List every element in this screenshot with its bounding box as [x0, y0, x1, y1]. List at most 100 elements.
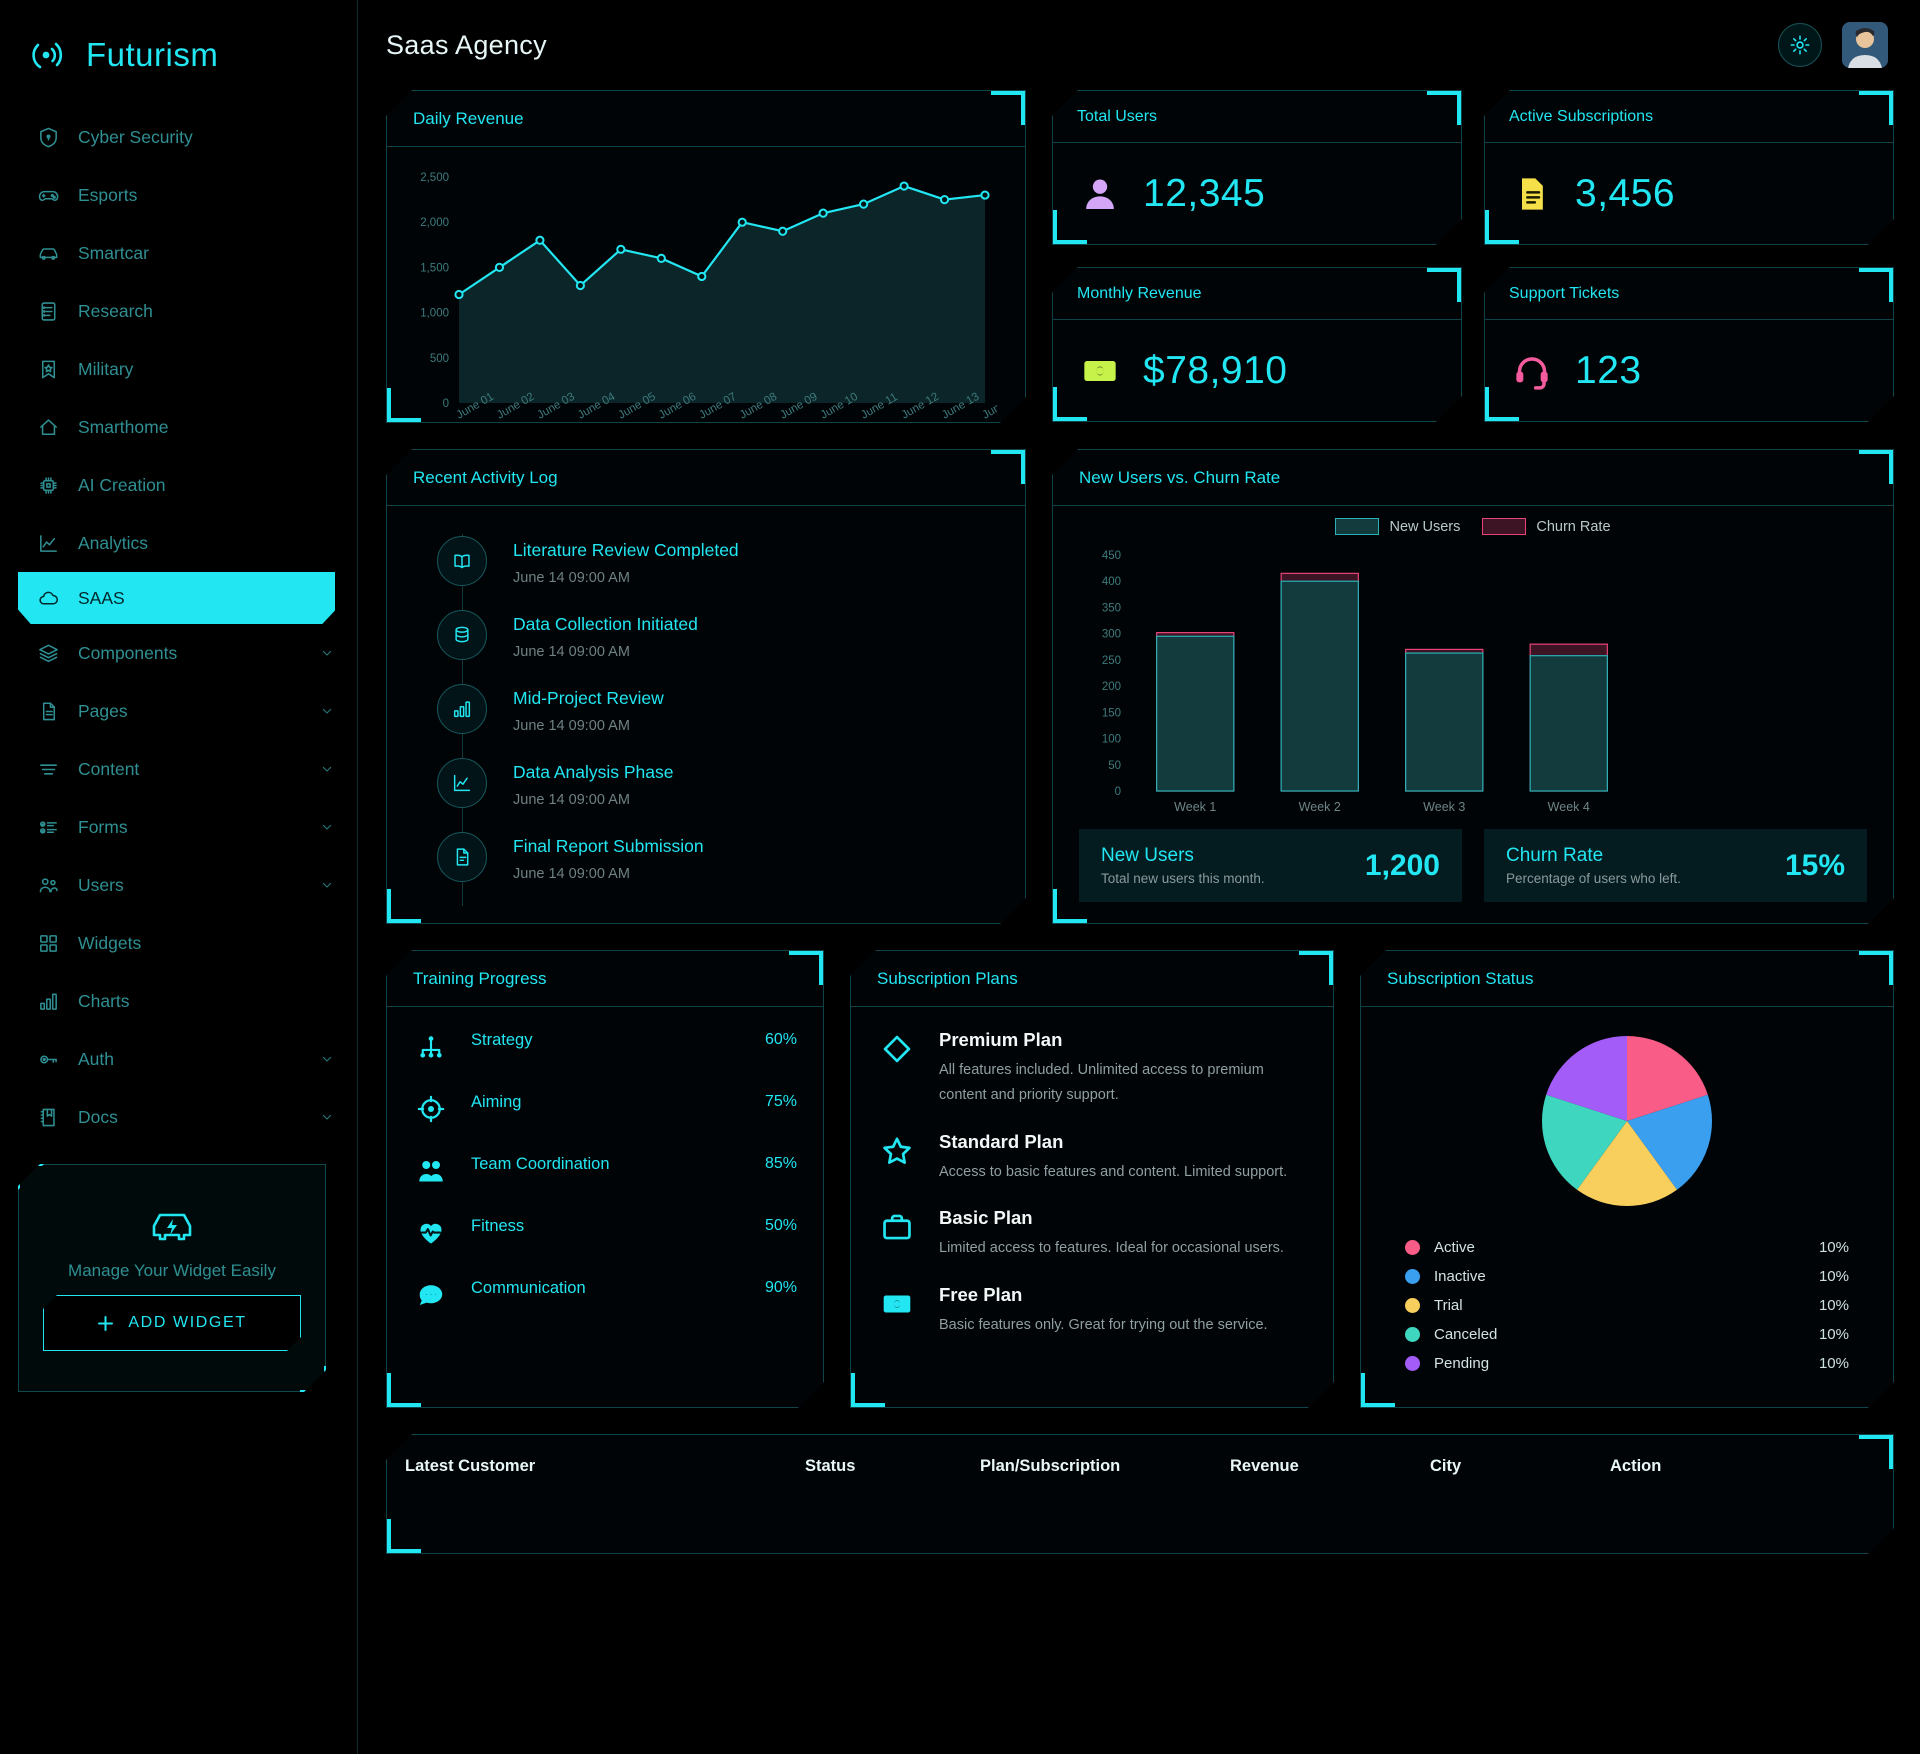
gear-icon[interactable]	[1778, 23, 1822, 67]
cloud-icon	[36, 586, 60, 610]
chevron-down-icon[interactable]	[319, 645, 335, 661]
summary-subtitle: Total new users this month.	[1101, 871, 1265, 886]
table-column-header[interactable]: Revenue	[1230, 1457, 1430, 1476]
legend-dot	[1405, 1240, 1420, 1255]
skill-label: Fitness	[471, 1217, 525, 1235]
add-widget-button[interactable]: ADD WIDGET	[43, 1295, 301, 1351]
sidebar-item-content[interactable]: Content	[0, 740, 357, 798]
car-icon	[36, 241, 60, 265]
chevron-down-icon[interactable]	[319, 1051, 335, 1067]
plus-icon	[97, 1315, 114, 1332]
plan-text: Free Plan Basic features only. Great for…	[939, 1284, 1268, 1338]
line-chart-icon	[36, 531, 60, 555]
chevron-down-icon[interactable]	[319, 1109, 335, 1125]
legend-label: Canceled	[1434, 1326, 1498, 1343]
sidebar-item-label: Widgets	[78, 932, 142, 953]
sidebar-item-widgets[interactable]: Widgets	[0, 914, 357, 972]
avatar[interactable]	[1842, 22, 1888, 68]
book-icon	[36, 1105, 60, 1129]
sidebar-item-analytics[interactable]: Analytics	[0, 514, 357, 572]
sidebar-item-auth[interactable]: Auth	[0, 1030, 357, 1088]
table-column-header[interactable]: Plan/Subscription	[980, 1457, 1230, 1476]
svg-text:Week 4: Week 4	[1548, 800, 1590, 814]
stat-card-body: 123	[1485, 320, 1893, 422]
skill-label: Aiming	[471, 1093, 522, 1111]
home-icon	[36, 415, 60, 439]
mid-grid: Recent Activity Log Literature Review Co…	[386, 449, 1894, 924]
money-icon	[1079, 350, 1121, 392]
sidebar-item-forms[interactable]: Forms	[0, 798, 357, 856]
sidebar-item-label: Auth	[78, 1048, 114, 1069]
sidebar-item-users[interactable]: Users	[0, 856, 357, 914]
plan-row[interactable]: Standard Plan Access to basic features a…	[877, 1131, 1307, 1185]
legend-value: 10%	[1818, 1326, 1849, 1343]
sidebar-item-research[interactable]: Research	[0, 282, 357, 340]
notebook-icon	[36, 299, 60, 323]
legend-value: 10%	[1818, 1297, 1849, 1314]
sidebar-item-label: Smarthome	[78, 416, 169, 437]
sidebar-item-pages[interactable]: Pages	[0, 682, 357, 740]
table-column-header[interactable]: Action	[1610, 1457, 1875, 1476]
legend-label: Pending	[1434, 1355, 1490, 1372]
sidebar-item-esports[interactable]: Esports	[0, 166, 357, 224]
table-column-header[interactable]: Latest Customer	[405, 1457, 805, 1476]
plans-panel: Subscription Plans Premium Plan All feat…	[850, 950, 1334, 1408]
stat-card-header: Total Users	[1053, 91, 1461, 143]
plan-description: Basic features only. Great for trying ou…	[939, 1316, 1268, 1333]
training-body: Strategy 60% Aiming 75% Team Coordinatio…	[387, 1007, 823, 1361]
corner-decoration	[18, 1164, 44, 1190]
sidebar-item-label: Military	[78, 358, 134, 379]
sidebar-item-charts[interactable]: Charts	[0, 972, 357, 1030]
plan-description: All features included. Unlimited access …	[939, 1062, 1264, 1104]
svg-text:250: 250	[1102, 655, 1121, 667]
activity-title: Data Analysis Phase	[513, 762, 674, 782]
top-grid: Daily Revenue 0 500 1,000 1,500 2,000 2,500 Ju…	[386, 90, 1894, 423]
sidebar-item-cyber-security[interactable]: Cyber Security	[0, 108, 357, 166]
brand[interactable]: Futurism	[0, 8, 357, 108]
form-check-icon	[36, 815, 60, 839]
table-column-header[interactable]: City	[1430, 1457, 1610, 1476]
stat-card-label: Monthly Revenue	[1077, 284, 1202, 302]
chevron-down-icon[interactable]	[319, 703, 335, 719]
plan-text: Standard Plan Access to basic features a…	[939, 1131, 1287, 1185]
svg-text:1,000: 1,000	[420, 308, 449, 320]
briefcase-icon	[877, 1207, 917, 1247]
sidebar-item-smartcar[interactable]: Smartcar	[0, 224, 357, 282]
chevron-down-icon[interactable]	[319, 819, 335, 835]
radar-signal-icon	[26, 32, 72, 78]
legend-dot	[1405, 1356, 1420, 1371]
stat-card-active-subscriptions: Active Subscriptions 3,456	[1484, 90, 1894, 245]
sidebar-item-label: Cyber Security	[78, 126, 193, 147]
plan-row[interactable]: Free Plan Basic features only. Great for…	[877, 1284, 1307, 1338]
plan-name: Free Plan	[939, 1283, 1023, 1305]
file-icon	[36, 699, 60, 723]
sidebar-item-saas[interactable]: SAAS	[18, 572, 335, 624]
status-panel: Subscription Status Active 10% Inactive …	[1360, 950, 1894, 1408]
activity-item[interactable]: Literature Review Completed June 14 09:0…	[413, 536, 999, 610]
legend-label: Churn Rate	[1536, 518, 1611, 535]
database-icon	[437, 610, 487, 660]
skill-row: Fitness 50%	[413, 1215, 797, 1251]
chevron-down-icon[interactable]	[319, 877, 335, 893]
activity-text: Literature Review Completed June 14 09:0…	[513, 536, 739, 586]
sidebar-item-ai-creation[interactable]: AI Creation	[0, 456, 357, 514]
panel-header: Subscription Plans	[851, 951, 1333, 1007]
table-column-header[interactable]: Status	[805, 1457, 980, 1476]
plan-row[interactable]: Basic Plan Limited access to features. I…	[877, 1207, 1307, 1261]
sidebar-item-components[interactable]: Components	[0, 624, 357, 682]
summary-title: Churn Rate	[1506, 845, 1604, 866]
activity-item[interactable]: Final Report Submission June 14 09:00 AM	[413, 832, 999, 906]
chevron-down-icon[interactable]	[319, 761, 335, 777]
sidebar-item-label: AI Creation	[78, 474, 166, 495]
activity-item[interactable]: Data Collection Initiated June 14 09:00 …	[413, 610, 999, 684]
legend-item: Churn Rate	[1482, 518, 1610, 535]
plan-description: Access to basic features and content. Li…	[939, 1163, 1288, 1180]
sidebar-item-military[interactable]: Military	[0, 340, 357, 398]
activity-item[interactable]: Data Analysis Phase June 14 09:00 AM	[413, 758, 999, 832]
svg-text:1,500: 1,500	[420, 262, 449, 274]
activity-item[interactable]: Mid-Project Review June 14 09:00 AM	[413, 684, 999, 758]
trend-chart-icon	[437, 758, 487, 808]
sidebar-item-smarthome[interactable]: Smarthome	[0, 398, 357, 456]
sidebar-item-docs[interactable]: Docs	[0, 1088, 357, 1146]
plan-row[interactable]: Premium Plan All features included. Unli…	[877, 1029, 1307, 1109]
